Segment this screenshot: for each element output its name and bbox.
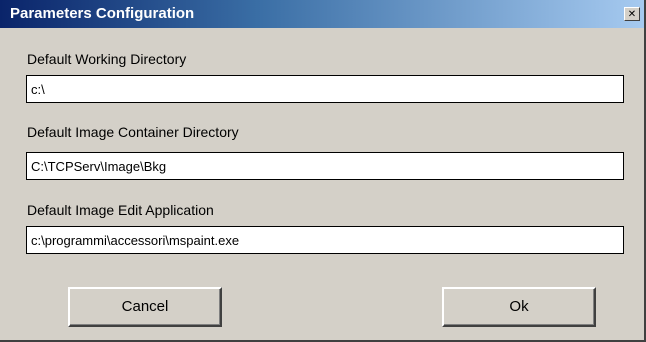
image-edit-application-label: Default Image Edit Application	[27, 202, 214, 218]
ok-button-bevel	[444, 289, 594, 325]
working-directory-input[interactable]	[26, 75, 624, 103]
cancel-button[interactable]: Cancel	[68, 287, 222, 327]
parameters-dialog: Parameters Configuration ✕ Default Worki…	[0, 0, 646, 342]
cancel-button-bevel	[70, 289, 220, 325]
close-button[interactable]: ✕	[624, 7, 640, 21]
ok-button[interactable]: Ok	[442, 287, 596, 327]
close-icon: ✕	[627, 8, 637, 20]
title-bar[interactable]: Parameters Configuration ✕	[0, 0, 644, 28]
window-title: Parameters Configuration	[10, 5, 195, 22]
working-directory-label: Default Working Directory	[27, 51, 187, 67]
image-container-directory-input[interactable]	[26, 152, 624, 180]
image-container-directory-label: Default Image Container Directory	[27, 124, 239, 140]
image-edit-application-input[interactable]	[26, 226, 624, 254]
